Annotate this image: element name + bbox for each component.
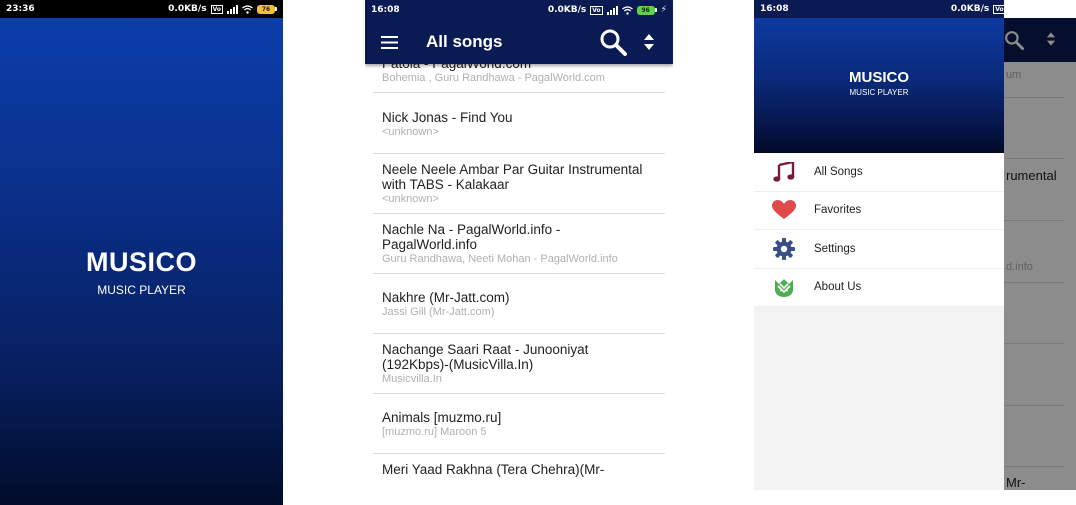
drawer-menu: All Songs Favorites Settings About Us <box>754 153 1004 307</box>
song-title: Nakhre (Mr-Jatt.com) <box>382 290 510 305</box>
drawer-item-label: All Songs <box>814 165 863 178</box>
song-row[interactable]: Nachle Na - PagalWorld.info - PagalWorld… <box>373 214 665 274</box>
drawer-screen: 16:08 0.0KB/s Vo 96 ⚡ um rumental d.info… <box>754 0 1076 490</box>
song-row[interactable]: Meri Yaad Rakhna (Tera Chehra)(Mr- <box>373 454 665 484</box>
heart-icon <box>772 200 796 220</box>
drawer-item-favorites[interactable]: Favorites <box>754 192 1004 230</box>
song-row[interactable]: Nakhre (Mr-Jatt.com) Jassi Gill (Mr-Jatt… <box>373 274 665 334</box>
splash-screen: 23:36 0.0KB/s Vo 76 MUSICO MUSIC PLAYER <box>0 0 283 505</box>
scrim[interactable] <box>1004 18 1076 490</box>
volte-icon: Vo <box>210 4 223 14</box>
drawer-item-label: Favorites <box>814 204 862 217</box>
page-title: All songs <box>426 32 503 51</box>
signal-icon <box>606 5 618 15</box>
android-logo-icon <box>775 279 793 298</box>
battery-icon: 96 <box>636 5 657 15</box>
song-row[interactable]: Nick Jonas - Find You <unknown> <box>373 93 665 154</box>
app-subtitle: MUSIC PLAYER <box>97 283 186 297</box>
gear-icon <box>773 237 795 260</box>
song-title: Nachle Na - PagalWorld.info - PagalWorld… <box>382 222 561 252</box>
app-title: MUSICO <box>86 247 197 277</box>
music-note-icon <box>773 161 795 182</box>
song-list: Patola - PagalWorld.com Bohemia , Guru R… <box>373 54 665 484</box>
song-row[interactable]: Nachange Saari Raat - Junooniyat (192Kbp… <box>373 334 665 394</box>
wifi-icon <box>242 4 253 14</box>
charging-icon: ⚡ <box>660 5 667 15</box>
song-artist: Guru Randhawa, Neeti Mohan - PagalWorld.… <box>382 253 618 265</box>
network-speed: 0.0KB/s <box>950 4 990 14</box>
menu-button[interactable] <box>365 20 413 64</box>
drawer-item-label: Settings <box>814 242 856 255</box>
status-icons: 0.0KB/s Vo 96 ⚡ <box>548 5 667 15</box>
drawer-title: MUSICO <box>849 69 909 86</box>
song-title: Animals [muzmo.ru] <box>382 410 502 425</box>
sort-icon <box>644 34 654 50</box>
sort-button[interactable] <box>631 20 667 64</box>
search-icon <box>600 29 627 56</box>
song-title: Nachange Saari Raat - Junooniyat (192Kbp… <box>382 342 589 372</box>
status-time: 16:08 <box>371 5 400 15</box>
hamburger-icon <box>380 35 398 49</box>
drawer-item-all-songs[interactable]: All Songs <box>754 153 1004 192</box>
song-title: Nick Jonas - Find You <box>382 110 513 125</box>
song-title: Meri Yaad Rakhna (Tera Chehra)(Mr- <box>382 462 605 477</box>
wifi-icon <box>621 5 633 15</box>
status-bar: 23:36 0.0KB/s Vo 76 <box>0 0 283 18</box>
drawer-item-settings[interactable]: Settings <box>754 230 1004 269</box>
drawer-subtitle: MUSIC PLAYER <box>849 88 909 97</box>
status-time: 16:08 <box>760 4 789 14</box>
song-artist: [muzmo.ru] Maroon 5 <box>382 426 487 438</box>
song-artist: Bohemia , Guru Randhawa - PagalWorld.com <box>382 72 605 84</box>
song-artist: <unknown> <box>382 193 439 205</box>
app-bar: All songs <box>365 20 673 64</box>
volte-icon: Vo <box>590 5 603 15</box>
navigation-drawer: MUSICO MUSIC PLAYER All Songs Favorites <box>754 18 1004 490</box>
song-list-screen: 16:08 0.0KB/s Vo 96 ⚡ All songs Patola -… <box>365 0 673 505</box>
song-title: Neele Neele Ambar Par Guitar Instrumenta… <box>382 162 643 192</box>
signal-icon <box>227 4 238 14</box>
status-time: 23:36 <box>6 4 35 14</box>
song-artist: Jassi Gill (Mr-Jatt.com) <box>382 306 495 318</box>
drawer-header: MUSICO MUSIC PLAYER <box>754 18 1004 153</box>
status-icons: 0.0KB/s Vo 76 <box>168 4 277 14</box>
battery-icon: 76 <box>257 4 277 14</box>
network-speed: 0.0KB/s <box>547 5 587 15</box>
search-button[interactable] <box>595 20 631 64</box>
song-row[interactable]: Neele Neele Ambar Par Guitar Instrumenta… <box>373 154 665 214</box>
status-bar: 16:08 0.0KB/s Vo 96 ⚡ <box>365 0 673 20</box>
drawer-item-about-us[interactable]: About Us <box>754 269 1004 307</box>
drawer-item-label: About Us <box>814 281 862 294</box>
song-row[interactable]: Animals [muzmo.ru] [muzmo.ru] Maroon 5 <box>373 394 665 454</box>
network-speed: 0.0KB/s <box>168 4 207 14</box>
song-artist: <unknown> <box>382 126 439 138</box>
song-artist: Musicvilla.In <box>382 373 442 385</box>
